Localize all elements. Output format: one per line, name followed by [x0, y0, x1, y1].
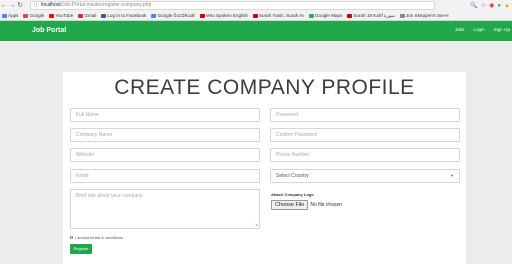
- bookmark-icon: [151, 13, 157, 18]
- zoom-icon[interactable]: 🔍: [470, 2, 477, 9]
- bookmark-label: Gmail: [84, 13, 97, 18]
- terms-row: I accept terms & conditions: [70, 235, 123, 240]
- nav-link-login[interactable]: Login: [473, 27, 484, 32]
- bookmark-icon: [2, 13, 7, 18]
- country-select-value: Select Country: [276, 173, 309, 179]
- bookmark-item[interactable]: Surah 18 Kahf سورة: [347, 13, 395, 19]
- extension-icon[interactable]: ◉: [489, 2, 494, 9]
- bookmark-item[interactable]: YouTube: [49, 13, 73, 18]
- resize-grip-icon[interactable]: ⇲: [255, 223, 258, 227]
- chevron-down-icon: ▼: [450, 173, 454, 178]
- extension-icon[interactable]: ▲: [504, 3, 510, 9]
- bookmark-item[interactable]: Apps: [2, 13, 18, 18]
- bookmark-icon: [23, 13, 29, 18]
- extension-icon[interactable]: ●: [497, 3, 501, 9]
- url-host: localhost: [41, 2, 61, 8]
- phone-field[interactable]: Phone Number: [270, 148, 460, 162]
- terms-label: I accept terms & conditions: [75, 235, 124, 240]
- url-path: /Job-Portal-master/register-company.php: [60, 2, 152, 8]
- nav-links: Jobs Login Sign Up: [455, 27, 510, 32]
- bookmark-label: Google මාර්ගයෙන්: [157, 13, 195, 18]
- site-brand[interactable]: Job Portal: [32, 27, 66, 34]
- bookmarks-bar: Apps Google YouTube Gmail Log in to Facebook…: [0, 11, 512, 21]
- bookmark-label: Jon Skeppen's Sie-H: [405, 13, 449, 18]
- browser-toolbar: ← → ↻ ⓘ localhost/Job-Portal-master/regis…: [0, 0, 512, 11]
- confirm-password-field[interactable]: Confirm Password: [270, 128, 460, 142]
- website-field[interactable]: Website: [70, 148, 260, 162]
- bookmark-label: YouTube: [55, 13, 74, 18]
- attach-logo-label: Attach Company Logo: [271, 192, 314, 197]
- logo-file-input: Choose File No file chosen: [271, 200, 342, 210]
- password-field[interactable]: Password: [270, 108, 460, 122]
- register-button[interactable]: Register: [70, 244, 92, 254]
- bookmark-label: Surah Yasin, Surah Ar: [258, 13, 305, 18]
- address-bar[interactable]: ⓘ localhost/Job-Portal-master/register-co…: [30, 1, 435, 10]
- bookmark-label: Surah 18 Kahf سورة: [353, 12, 395, 18]
- bookmark-item[interactable]: Google: [23, 13, 44, 18]
- forward-icon[interactable]: →: [8, 0, 16, 11]
- about-textarea[interactable]: Brief info about your company ⇲: [70, 189, 260, 229]
- bookmark-label: Veto Spoken English: [205, 13, 248, 18]
- back-icon[interactable]: ←: [0, 0, 8, 11]
- full-name-field[interactable]: Full Name: [70, 108, 260, 122]
- browser-actions: 🔍 ☆ ◉ ● ▲: [470, 0, 510, 11]
- register-card: CREATE COMPANY PROFILE Full Name Company…: [63, 72, 466, 264]
- bookmark-label: Log in to Facebook: [107, 13, 147, 18]
- company-name-field[interactable]: Company Name: [70, 128, 260, 142]
- info-icon: ⓘ: [34, 2, 40, 8]
- bookmark-icon: [347, 13, 353, 18]
- bookmark-item[interactable]: Google Maps: [309, 13, 342, 18]
- bookmark-icon: [399, 13, 405, 18]
- site-navbar: Job Portal Jobs Login Sign Up: [0, 21, 512, 41]
- bookmark-item[interactable]: Veto Spoken English: [199, 13, 248, 18]
- about-placeholder: Brief info about your company: [76, 193, 143, 199]
- nav-link-signup[interactable]: Sign Up: [494, 27, 510, 32]
- terms-checkbox[interactable]: [70, 236, 73, 239]
- choose-file-button[interactable]: Choose File: [271, 200, 309, 210]
- bookmark-icon: [252, 13, 258, 18]
- file-status: No file chosen: [310, 202, 343, 208]
- bookmark-item[interactable]: Google මාර්ගයෙන්: [151, 13, 195, 18]
- bookmark-item[interactable]: Log in to Facebook: [101, 13, 146, 18]
- bookmark-icon: [49, 13, 55, 18]
- bookmark-icon: [101, 13, 107, 18]
- bookmark-label: Google: [29, 13, 45, 18]
- page-title: CREATE COMPANY PROFILE: [114, 76, 415, 99]
- nav-link-jobs[interactable]: Jobs: [455, 27, 465, 32]
- star-icon[interactable]: ☆: [481, 2, 486, 9]
- bookmark-item[interactable]: Surah Yasin, Surah Ar: [252, 13, 305, 18]
- bookmark-item[interactable]: Jon Skeppen's Sie-H: [399, 13, 449, 18]
- bookmark-item[interactable]: Gmail: [78, 13, 96, 18]
- bookmark-label: Google Maps: [315, 13, 343, 18]
- email-field[interactable]: Email: [70, 169, 260, 183]
- bookmark-icon: [309, 13, 315, 18]
- reload-icon[interactable]: ↻: [16, 0, 24, 11]
- bookmark-label: Apps: [8, 13, 19, 18]
- country-select[interactable]: Select Country ▼: [270, 169, 460, 183]
- bookmark-icon: [78, 13, 84, 18]
- bookmark-icon: [199, 13, 205, 18]
